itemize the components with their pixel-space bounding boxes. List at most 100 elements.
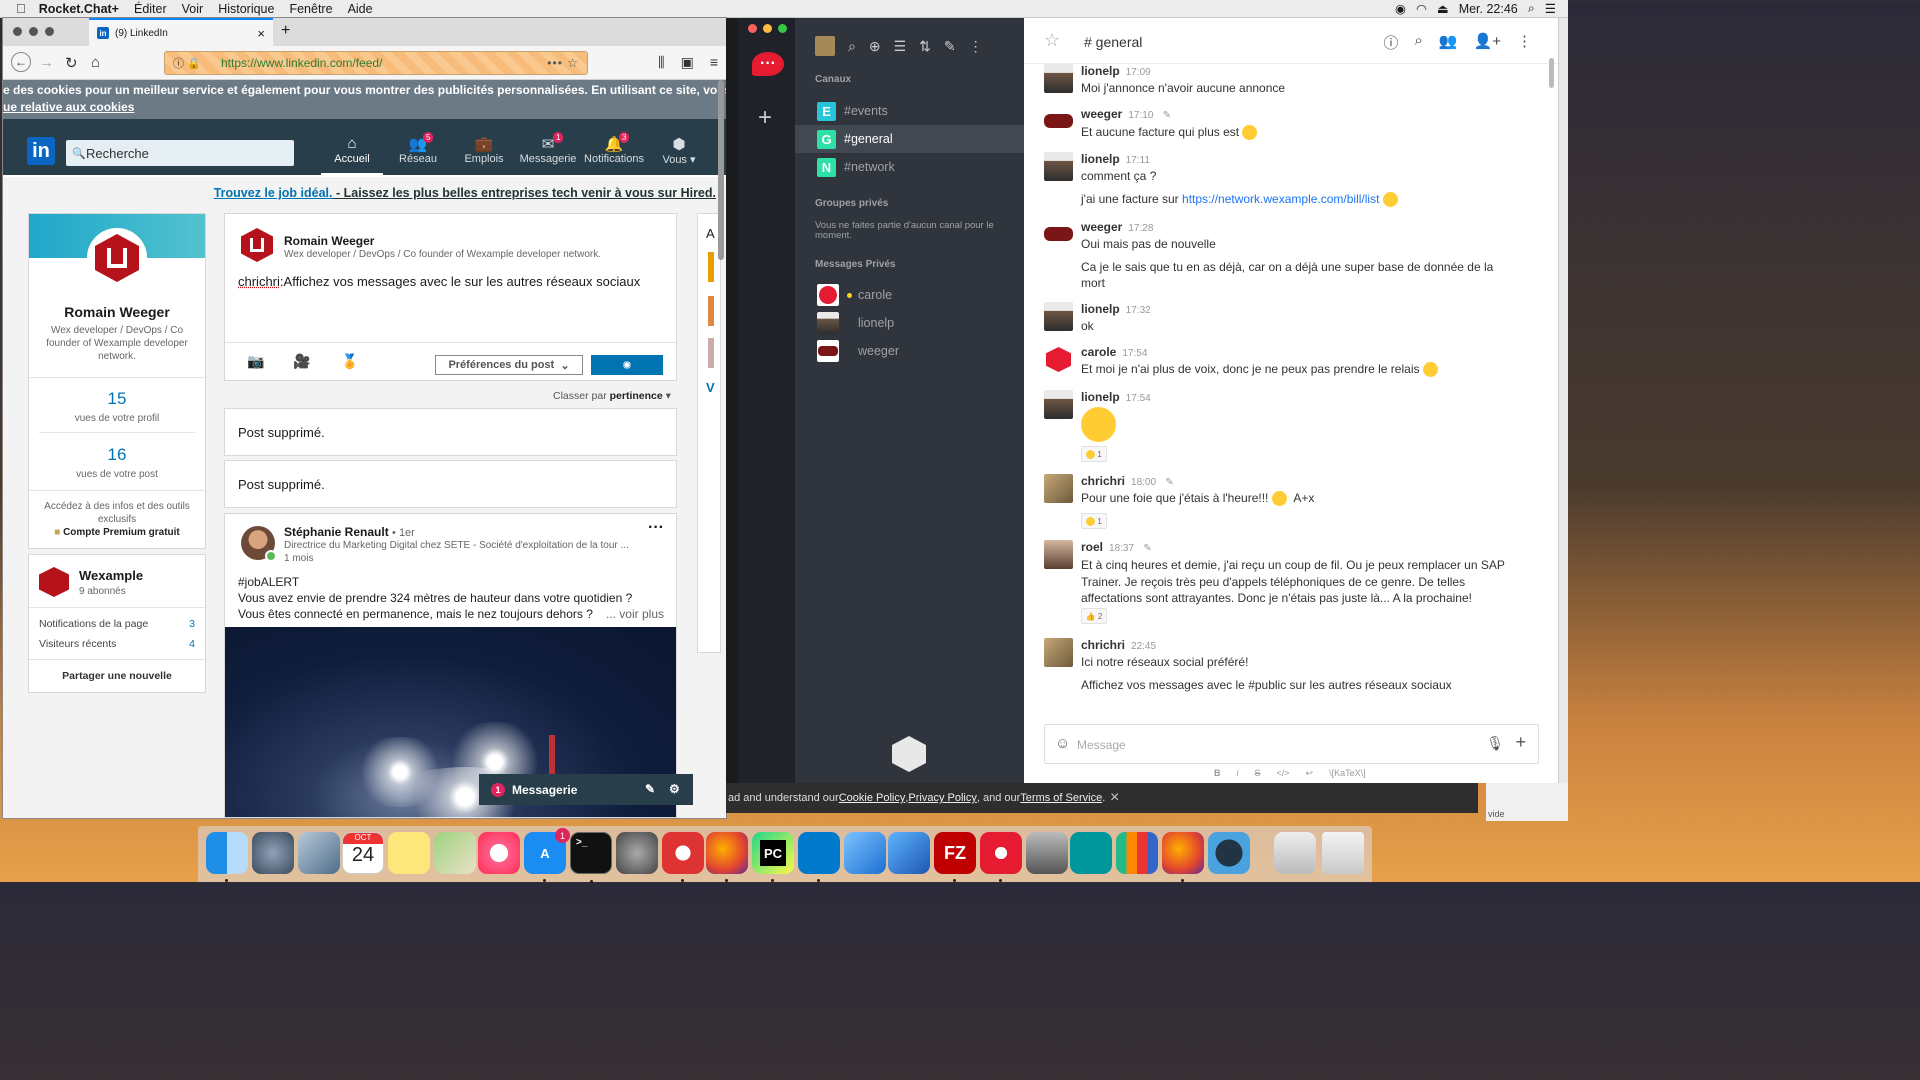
video-icon[interactable]: 🎥 xyxy=(293,353,310,370)
premium-promo[interactable]: Accédez à des infos et des outils exclus… xyxy=(29,500,205,539)
keynote-icon[interactable] xyxy=(844,832,886,874)
message-author[interactable]: chrichri 18:00 ✎ xyxy=(1081,474,1174,488)
user-avatar[interactable] xyxy=(1044,345,1073,374)
more-options-icon[interactable]: ··· xyxy=(648,519,664,537)
filezilla-icon[interactable]: FZ xyxy=(934,832,976,882)
strike-button[interactable]: S xyxy=(1255,768,1261,779)
post-author[interactable]: Stéphanie Renault • 1er xyxy=(284,525,415,539)
xcode-icon[interactable] xyxy=(888,832,930,874)
kebab-menu-icon[interactable]: ⋮ xyxy=(1517,32,1532,53)
add-server-icon[interactable]: + xyxy=(758,104,772,132)
compose-icon[interactable]: ✎ xyxy=(645,782,655,796)
user-avatar[interactable] xyxy=(1044,540,1073,569)
close-window-button[interactable] xyxy=(748,24,757,33)
list-view-icon[interactable]: ☰ xyxy=(894,38,907,55)
firefox-developer-icon[interactable] xyxy=(1162,832,1204,882)
close-icon[interactable]: × xyxy=(1110,789,1119,807)
message-composer[interactable]: ☺ Message 🎙 + xyxy=(1044,724,1539,764)
members-icon[interactable]: 👥 xyxy=(1439,32,1458,53)
post-button[interactable]: ✺ xyxy=(591,355,663,375)
home-icon[interactable]: ⌂ xyxy=(91,54,100,71)
post-views-stat[interactable]: 16 vues de votre post xyxy=(29,445,205,480)
info-icon[interactable]: ⓘ xyxy=(1383,32,1398,53)
user-avatar[interactable] xyxy=(1044,474,1073,503)
plus-icon[interactable]: + xyxy=(1515,732,1526,753)
page-actions-icon[interactable]: ••• ☆ xyxy=(547,56,579,70)
favorite-star-icon[interactable]: ☆ xyxy=(1044,30,1060,51)
reaction-button[interactable]: 1 xyxy=(1081,446,1107,462)
record-icon[interactable]: ◉ xyxy=(1395,1,1406,16)
back-icon[interactable]: ← xyxy=(11,52,31,72)
message-author[interactable]: lionelp 17:09 xyxy=(1081,64,1151,78)
company-notifications-row[interactable]: Notifications de la page 3 xyxy=(39,618,195,630)
message-author[interactable]: roel 18:37 ✎ xyxy=(1081,540,1152,554)
user-avatar[interactable] xyxy=(815,36,835,56)
messaging-panel[interactable]: 1 Messagerie ✎ ⚙ xyxy=(479,774,693,805)
tab-linkedin[interactable]: in (9) LinkedIn × xyxy=(89,18,273,46)
spotlight-icon[interactable]: ⌕ xyxy=(1528,1,1535,16)
forward-icon[interactable]: → xyxy=(39,54,54,71)
activity-monitor-icon[interactable] xyxy=(1116,832,1158,874)
sidebar-item-lionelp[interactable]: lionelp xyxy=(795,309,1024,337)
directory-icon[interactable]: ⊕ xyxy=(869,38,881,55)
firefox-icon[interactable] xyxy=(706,832,748,882)
search-messages-icon[interactable]: ⌕ xyxy=(1414,32,1422,53)
message-author[interactable]: lionelp 17:11 xyxy=(1081,152,1150,166)
close-window-button[interactable] xyxy=(13,27,22,36)
close-tab-icon[interactable]: × xyxy=(257,26,265,41)
gear-icon[interactable]: ⚙ xyxy=(669,782,680,796)
system-preferences-icon[interactable] xyxy=(616,832,658,874)
multiline-button[interactable]: ↩ xyxy=(1306,768,1314,779)
menu-icon[interactable]: ≡ xyxy=(710,54,718,71)
pycharm-icon[interactable]: PC xyxy=(752,832,794,882)
message-link[interactable]: https://network.wexample.com/bill/list xyxy=(1182,192,1379,206)
sort-icon[interactable]: ⇅ xyxy=(919,38,931,55)
linkedin-logo-icon[interactable]: in xyxy=(27,137,55,165)
notes-icon[interactable] xyxy=(388,832,430,874)
nav-jobs[interactable]: 💼 Emplois xyxy=(453,135,515,165)
cookie-policy-link[interactable]: Cookie Policy xyxy=(839,792,906,804)
see-more-link[interactable]: ... voir plus xyxy=(606,606,664,622)
reload-icon[interactable]: ↻ xyxy=(65,54,78,72)
library-icon[interactable]: ⫼ xyxy=(658,54,664,71)
italic-button[interactable]: i xyxy=(1237,768,1239,779)
code-button[interactable]: </> xyxy=(1277,768,1290,779)
company-name[interactable]: Wexample xyxy=(79,568,143,583)
vscode-icon[interactable] xyxy=(798,832,840,882)
message-author[interactable]: weeger 17:10 ✎ xyxy=(1081,107,1171,121)
apple-icon[interactable]:  xyxy=(16,1,26,16)
camera-icon[interactable]: 📷 xyxy=(247,353,264,370)
minimize-window-button[interactable] xyxy=(29,27,38,36)
nav-me[interactable]: ⬢ Vous ▾ xyxy=(648,135,710,166)
reaction-button[interactable]: 1 xyxy=(1081,513,1107,529)
downloads-stack-icon[interactable] xyxy=(1274,832,1316,874)
user-avatar[interactable] xyxy=(1044,152,1073,181)
sidebar-item-general[interactable]: G # general xyxy=(795,125,1024,153)
itunes-icon[interactable] xyxy=(478,832,520,874)
menu-history[interactable]: Historique xyxy=(218,2,274,16)
user-avatar[interactable] xyxy=(1044,220,1073,249)
lock-icon[interactable]: ⓘ 🔒 xyxy=(173,55,201,71)
message-author[interactable]: lionelp 17:54 xyxy=(1081,390,1151,404)
wifi-icon[interactable]: ◠ xyxy=(1416,1,1427,16)
rocketchat-icon[interactable] xyxy=(980,832,1022,882)
message-input[interactable]: Message xyxy=(1077,738,1126,752)
sidebar-item-carole[interactable]: carole xyxy=(795,281,1024,309)
sort-dropdown[interactable]: Classer par pertinence ▾ xyxy=(553,390,671,402)
katex-button[interactable]: \[KaTeX\] xyxy=(1329,768,1366,779)
profile-views-stat[interactable]: 15 vues de votre profil xyxy=(29,389,205,424)
message-author[interactable]: chrichri 22:45 xyxy=(1081,638,1156,652)
trash-icon[interactable] xyxy=(1322,832,1364,874)
award-icon[interactable]: 🏅 xyxy=(341,353,358,370)
share-update-button[interactable]: Partager une nouvelle xyxy=(29,670,205,682)
url-bar[interactable]: ⓘ 🔒 https://www.linkedin.com/feed/ ••• ☆ xyxy=(164,51,588,75)
premium-link[interactable]: ■ Compte Premium gratuit xyxy=(54,527,180,538)
minimize-window-button[interactable] xyxy=(763,24,772,33)
finder-icon[interactable] xyxy=(206,832,248,882)
profile-name[interactable]: Romain Weeger xyxy=(29,304,205,320)
chat-scrollbar[interactable] xyxy=(1549,58,1554,88)
menu-view[interactable]: Voir xyxy=(182,2,204,16)
share-textarea[interactable]: chrichri:Affichez vos messages avec le s… xyxy=(238,274,640,289)
company-visitors-row[interactable]: Visiteurs récents 4 xyxy=(39,638,195,650)
user-avatar[interactable] xyxy=(1044,64,1073,93)
